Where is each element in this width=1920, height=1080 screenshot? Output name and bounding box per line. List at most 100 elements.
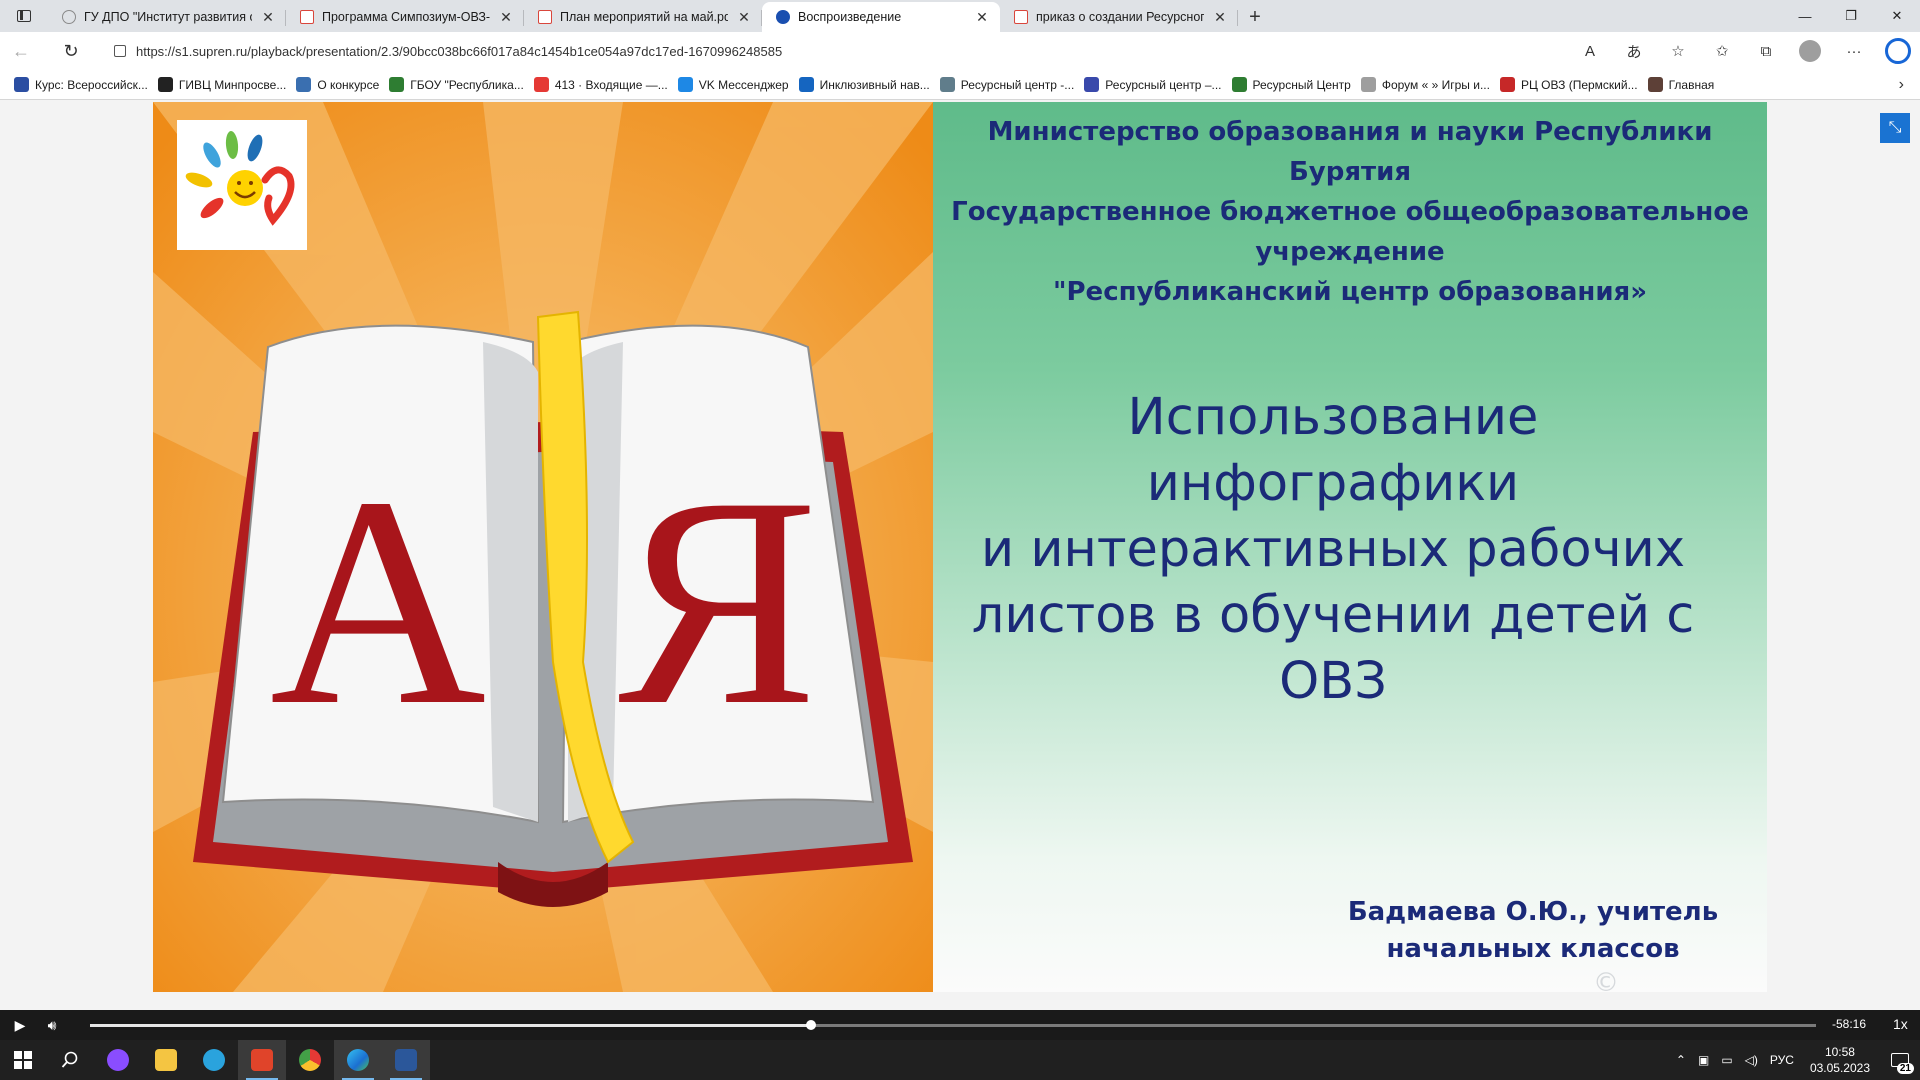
tab-playback[interactable]: Воспроизведение ✕ [762, 2, 1000, 32]
bookmark-item[interactable]: ГИВЦ Минпросве... [156, 77, 294, 92]
tab-institute[interactable]: ГУ ДПО "Институт развития обр ✕ [48, 2, 286, 32]
progress-bar[interactable] [90, 1020, 1816, 1030]
exit-fullscreen-icon: ⤡ [1888, 119, 1902, 136]
start-icon [14, 1051, 32, 1069]
tab-close-icon[interactable]: ✕ [736, 9, 752, 26]
bookmark-favicon-icon [677, 77, 693, 92]
back-arrow-icon: ← [12, 40, 30, 61]
skype-button[interactable] [238, 1040, 286, 1080]
close-window-button[interactable]: ✕ [1874, 0, 1920, 32]
remaining-time: -58:16 [1832, 1017, 1867, 1031]
bookmark-favicon-icon [389, 77, 405, 92]
tab-order[interactable]: приказ о создании Ресурсного ✕ [1000, 2, 1238, 32]
letter-a: А [270, 435, 487, 767]
bookmark-item[interactable]: Ресурсный центр -... [938, 77, 1083, 92]
add-favorite-button[interactable]: ☆ [1656, 32, 1700, 70]
bookmark-label: Ресурсный центр -... [960, 77, 1075, 92]
author: Бадмаева О.Ю., учитель начальных классов [1333, 894, 1733, 968]
read-aloud-button[interactable]: A [1568, 32, 1612, 70]
telegram-icon [203, 1049, 225, 1071]
clock[interactable]: 10:58 03.05.2023 [1800, 1044, 1880, 1076]
clock-date: 03.05.2023 [1809, 1061, 1870, 1075]
bing-chat-icon[interactable] [1885, 38, 1911, 64]
notification-center-button[interactable]: 21 [1880, 1040, 1920, 1080]
title-line: ОВЗ [1279, 652, 1387, 711]
restore-button[interactable]: ❐ [1828, 0, 1874, 32]
notification-count: 21 [1896, 1063, 1914, 1074]
camera-icon[interactable]: ▣ [1692, 1053, 1715, 1067]
alice-button[interactable] [94, 1040, 142, 1080]
tab-program[interactable]: Программа Симпозиум-ОВЗ-20 ✕ [286, 2, 524, 32]
new-tab-button[interactable]: + [1238, 2, 1272, 32]
bookmark-favicon-icon [1084, 77, 1100, 92]
tab-actions-icon [17, 10, 31, 22]
play-button[interactable]: ▶ [4, 1010, 36, 1040]
bookmark-label: Форум « » Игры и... [1381, 77, 1490, 92]
language-indicator[interactable]: РУС [1764, 1053, 1800, 1067]
collections-button[interactable]: ⧉ [1744, 32, 1788, 70]
bookmark-favicon-icon [1647, 77, 1663, 92]
school-logo [177, 120, 307, 250]
pdf-icon [1014, 10, 1028, 24]
network-icon[interactable]: ▭ [1715, 1053, 1738, 1067]
speed-button[interactable]: 1x [1893, 1016, 1908, 1032]
volume-tray-icon[interactable]: ◁) [1739, 1053, 1764, 1067]
refresh-button[interactable]: ↻ [50, 32, 92, 70]
word-icon [395, 1049, 417, 1071]
url-text: https://s1.supren.ru/playback/presentati… [136, 43, 783, 59]
tab-plan[interactable]: План мероприятий на май.pdf ✕ [524, 2, 762, 32]
tab-close-icon[interactable]: ✕ [498, 9, 514, 26]
sun-heart-logo [185, 131, 295, 226]
translate-button[interactable]: あ [1612, 32, 1656, 70]
bookmark-item[interactable]: Ресурсный центр –... [1082, 77, 1229, 92]
bookmark-label: Курс: Всероссийск... [35, 77, 148, 92]
tab-close-icon[interactable]: ✕ [1212, 9, 1228, 26]
profile-avatar[interactable] [1799, 40, 1821, 62]
collections-icon: ⧉ [1760, 42, 1772, 60]
bookmark-item[interactable]: Курс: Всероссийск... [12, 77, 156, 92]
edge-button[interactable] [334, 1040, 382, 1080]
back-button[interactable]: ← [0, 32, 42, 70]
bookmark-item[interactable]: 413 · Входящие —... [532, 77, 676, 92]
presentation-slide: А Я Министерство образования и науки Рес… [153, 102, 1767, 992]
toolbar-right: A あ ☆ ✩ ⧉ ··· [1568, 32, 1920, 70]
tray-overflow-icon[interactable]: ⌃ [1670, 1053, 1692, 1067]
telegram-button[interactable] [190, 1040, 238, 1080]
bookmarks-more-icon[interactable]: › [1899, 76, 1904, 94]
tab-bar: ГУ ДПО "Институт развития обр ✕ Программ… [0, 0, 1920, 32]
tab-title: Воспроизведение [798, 10, 902, 24]
minimize-button[interactable]: — [1782, 0, 1828, 32]
bookmark-item[interactable]: О конкурсе [294, 77, 387, 92]
bookmark-item[interactable]: РЦ ОВЗ (Пермский... [1498, 77, 1646, 92]
clock-time: 10:58 [1824, 1045, 1855, 1059]
chrome-button[interactable] [286, 1040, 334, 1080]
author-line: начальных классов [1386, 934, 1680, 964]
taskbar: ⌃ ▣ ▭ ◁) РУС 10:58 03.05.2023 21 [0, 1040, 1920, 1080]
window-controls: — ❐ ✕ [1782, 0, 1920, 32]
start-button[interactable] [0, 1040, 46, 1080]
file-explorer-button[interactable] [142, 1040, 190, 1080]
player-controls: ▶ 🔊︎ -58:16 1x [0, 1010, 1920, 1040]
word-button[interactable] [382, 1040, 430, 1080]
tab-close-icon[interactable]: ✕ [974, 9, 990, 26]
bookmark-label: Главная [1668, 77, 1715, 92]
bookmark-item[interactable]: Ресурсный Центр [1230, 77, 1359, 92]
bookmark-item[interactable]: Инклюзивный нав... [797, 77, 938, 92]
bookmark-label: ГИВЦ Минпросве... [178, 77, 287, 92]
bookmark-favicon-icon [296, 77, 312, 92]
exit-fullscreen-button[interactable]: ⤡ [1880, 113, 1910, 143]
search-button[interactable] [46, 1040, 94, 1080]
url-field[interactable]: https://s1.supren.ru/playback/presentati… [108, 36, 1668, 66]
bookmark-item[interactable]: Главная [1646, 77, 1723, 92]
favorites-button[interactable]: ✩ [1700, 32, 1744, 70]
bookmark-item[interactable]: ГБОУ "Республика... [387, 77, 532, 92]
bookmark-item[interactable]: VK Мессенджер [676, 77, 797, 92]
more-button[interactable]: ··· [1832, 32, 1876, 70]
bookmark-label: ГБОУ "Республика... [410, 77, 524, 92]
volume-button[interactable]: 🔊︎ [36, 1010, 68, 1040]
progress-knob[interactable] [806, 1020, 817, 1030]
bookmark-item[interactable]: Форум « » Игры и... [1359, 77, 1498, 92]
tab-title: ГУ ДПО "Институт развития обр [84, 10, 252, 24]
tab-actions-button[interactable] [0, 0, 48, 32]
tab-close-icon[interactable]: ✕ [260, 9, 276, 26]
